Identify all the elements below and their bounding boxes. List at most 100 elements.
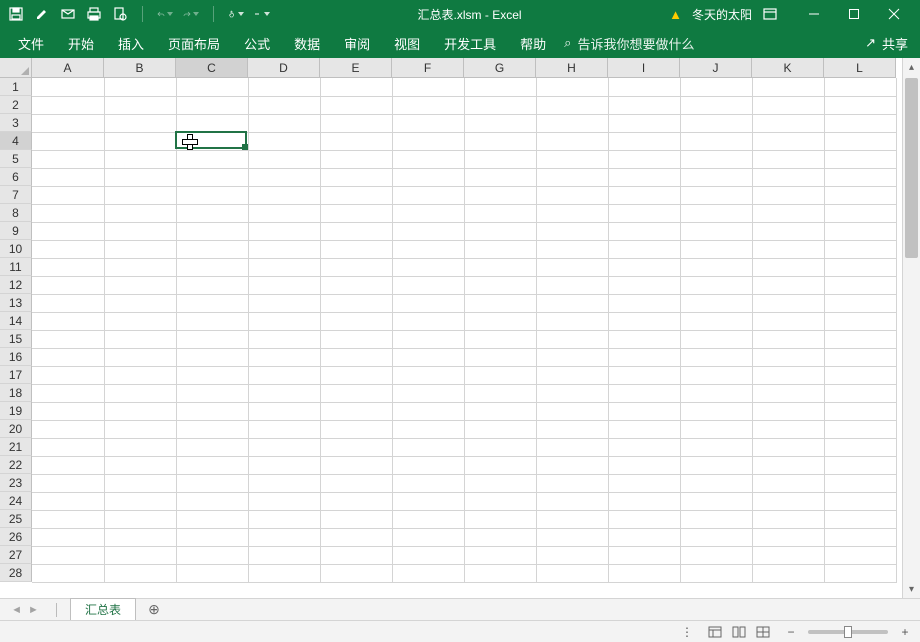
tab-file[interactable]: 文件 bbox=[6, 28, 56, 58]
zoom-in-button[interactable]: + bbox=[898, 625, 912, 639]
row-header[interactable]: 20 bbox=[0, 420, 32, 438]
cell[interactable] bbox=[464, 132, 536, 150]
cell[interactable] bbox=[320, 294, 392, 312]
cell[interactable] bbox=[320, 438, 392, 456]
cell[interactable] bbox=[248, 294, 320, 312]
cell[interactable] bbox=[536, 132, 608, 150]
tab-nav-arrows[interactable]: ◄► bbox=[0, 604, 50, 616]
cell[interactable] bbox=[104, 96, 176, 114]
cell[interactable] bbox=[176, 330, 248, 348]
cell[interactable] bbox=[608, 150, 680, 168]
cell[interactable] bbox=[680, 384, 752, 402]
tab-review[interactable]: 审阅 bbox=[332, 28, 382, 58]
cell[interactable] bbox=[392, 528, 464, 546]
cell[interactable] bbox=[824, 510, 896, 528]
cell[interactable] bbox=[248, 240, 320, 258]
cell[interactable] bbox=[248, 204, 320, 222]
cell[interactable] bbox=[536, 312, 608, 330]
cell[interactable] bbox=[536, 456, 608, 474]
column-header[interactable]: L bbox=[824, 58, 896, 78]
cell[interactable] bbox=[392, 186, 464, 204]
row-header[interactable]: 14 bbox=[0, 312, 32, 330]
cell[interactable] bbox=[320, 240, 392, 258]
cell[interactable] bbox=[320, 258, 392, 276]
cell[interactable] bbox=[104, 384, 176, 402]
ribbon-options-icon[interactable] bbox=[762, 6, 778, 22]
scroll-down-icon[interactable]: ▾ bbox=[903, 580, 920, 598]
cell[interactable] bbox=[392, 348, 464, 366]
cell[interactable] bbox=[104, 330, 176, 348]
cell[interactable] bbox=[536, 222, 608, 240]
cell[interactable] bbox=[536, 78, 608, 96]
column-header[interactable]: F bbox=[392, 58, 464, 78]
cell[interactable] bbox=[608, 510, 680, 528]
cell[interactable] bbox=[464, 258, 536, 276]
row-header[interactable]: 25 bbox=[0, 510, 32, 528]
cell[interactable] bbox=[680, 258, 752, 276]
cell[interactable] bbox=[536, 420, 608, 438]
cell[interactable] bbox=[752, 240, 824, 258]
cell[interactable] bbox=[104, 114, 176, 132]
cell[interactable] bbox=[608, 276, 680, 294]
row-header[interactable]: 26 bbox=[0, 528, 32, 546]
cell[interactable] bbox=[536, 294, 608, 312]
tab-help[interactable]: 帮助 bbox=[508, 28, 558, 58]
cell[interactable] bbox=[176, 420, 248, 438]
cell[interactable] bbox=[392, 96, 464, 114]
cell[interactable] bbox=[32, 330, 104, 348]
cell[interactable] bbox=[176, 294, 248, 312]
tab-developer[interactable]: 开发工具 bbox=[432, 28, 508, 58]
cell[interactable] bbox=[680, 132, 752, 150]
cell[interactable] bbox=[536, 438, 608, 456]
status-options-icon[interactable]: ⋮ bbox=[681, 625, 694, 639]
cell[interactable] bbox=[32, 186, 104, 204]
cell[interactable] bbox=[32, 276, 104, 294]
cell[interactable] bbox=[824, 294, 896, 312]
vertical-scrollbar[interactable]: ▴ ▾ bbox=[902, 58, 920, 598]
cell[interactable] bbox=[824, 78, 896, 96]
cell[interactable] bbox=[464, 564, 536, 582]
cell[interactable] bbox=[320, 546, 392, 564]
tab-data[interactable]: 数据 bbox=[282, 28, 332, 58]
cell[interactable] bbox=[104, 132, 176, 150]
cell[interactable] bbox=[536, 330, 608, 348]
cell[interactable] bbox=[176, 546, 248, 564]
cell[interactable] bbox=[32, 438, 104, 456]
cell[interactable] bbox=[536, 150, 608, 168]
page-layout-view-button[interactable] bbox=[728, 624, 750, 640]
cell[interactable] bbox=[320, 420, 392, 438]
cell[interactable] bbox=[752, 564, 824, 582]
cell[interactable] bbox=[752, 420, 824, 438]
cell[interactable] bbox=[248, 114, 320, 132]
cell[interactable] bbox=[752, 474, 824, 492]
row-header[interactable]: 8 bbox=[0, 204, 32, 222]
cell[interactable] bbox=[752, 258, 824, 276]
cell[interactable] bbox=[680, 348, 752, 366]
cell[interactable] bbox=[392, 294, 464, 312]
cell[interactable] bbox=[752, 294, 824, 312]
cell[interactable] bbox=[176, 510, 248, 528]
row-header[interactable]: 5 bbox=[0, 150, 32, 168]
cell[interactable] bbox=[752, 402, 824, 420]
cell[interactable] bbox=[680, 204, 752, 222]
cell[interactable] bbox=[824, 312, 896, 330]
cell[interactable] bbox=[104, 438, 176, 456]
cell[interactable] bbox=[680, 420, 752, 438]
cell[interactable] bbox=[32, 150, 104, 168]
cell[interactable] bbox=[824, 492, 896, 510]
cell[interactable] bbox=[680, 276, 752, 294]
cell[interactable] bbox=[752, 510, 824, 528]
cell[interactable] bbox=[176, 348, 248, 366]
row-header[interactable]: 24 bbox=[0, 492, 32, 510]
cell[interactable] bbox=[104, 510, 176, 528]
cell[interactable] bbox=[32, 366, 104, 384]
cell[interactable] bbox=[680, 150, 752, 168]
cell[interactable] bbox=[752, 150, 824, 168]
cell[interactable] bbox=[104, 528, 176, 546]
cell[interactable] bbox=[392, 546, 464, 564]
cell[interactable] bbox=[320, 348, 392, 366]
new-sheet-button[interactable]: ⊕ bbox=[142, 599, 166, 621]
cell[interactable] bbox=[680, 294, 752, 312]
cell[interactable] bbox=[824, 456, 896, 474]
cell[interactable] bbox=[176, 204, 248, 222]
